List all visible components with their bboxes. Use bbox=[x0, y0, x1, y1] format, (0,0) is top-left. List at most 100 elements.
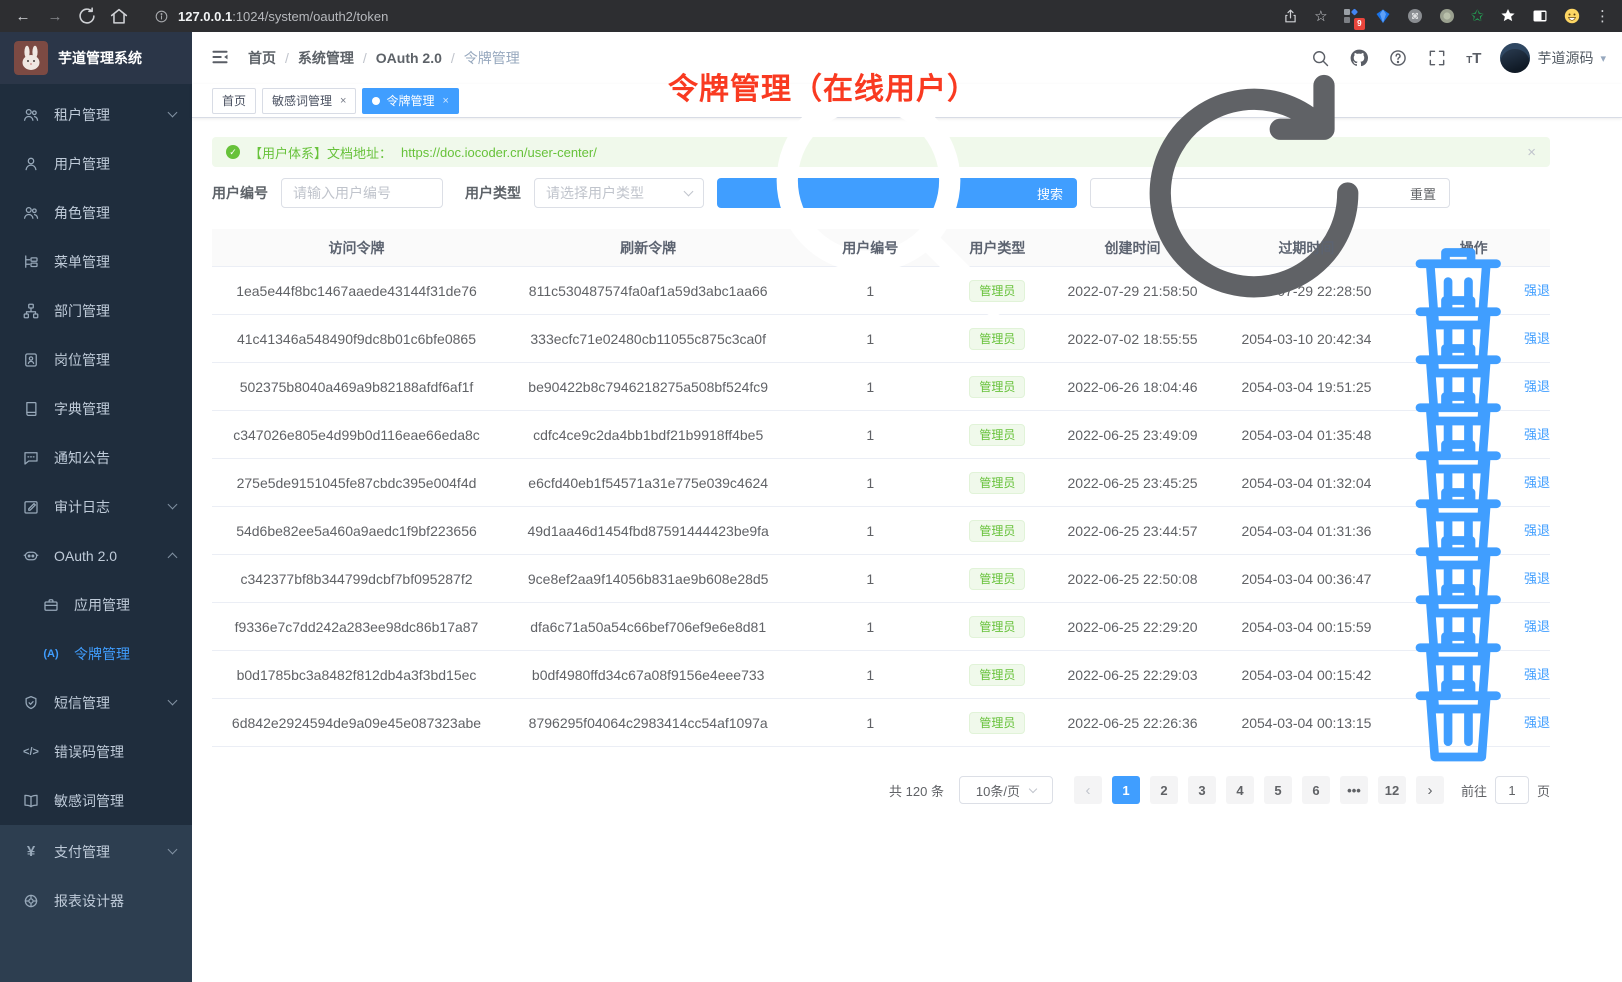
bookmark-star-icon[interactable]: ☆ bbox=[1314, 7, 1327, 25]
star-extension-icon[interactable]: ✩ bbox=[1471, 6, 1484, 26]
breadcrumb-separator: / bbox=[363, 50, 367, 66]
alert-doc-link[interactable]: https://doc.iocoder.cn/user-center/ bbox=[401, 145, 597, 160]
created-at-cell: 2022-06-25 23:49:09 bbox=[1050, 427, 1216, 443]
reset-button[interactable]: 重置 bbox=[1090, 178, 1450, 208]
role-icon bbox=[22, 204, 40, 222]
username: 芋道源码 bbox=[1537, 48, 1593, 68]
user-type-cell: 管理员 bbox=[945, 664, 1049, 686]
trash-icon bbox=[1397, 660, 1520, 783]
sidebar-item-sensitive-word[interactable]: 敏感词管理 bbox=[0, 776, 192, 825]
sidebar-item-report[interactable]: 报表设计器 bbox=[0, 876, 192, 925]
page-button-6[interactable]: 6 bbox=[1302, 776, 1330, 804]
grid-extension-icon[interactable]: 9 bbox=[1343, 8, 1360, 25]
sidebar-item-label: 支付管理 bbox=[54, 842, 169, 862]
sidebar-item-post[interactable]: 岗位管理 bbox=[0, 335, 192, 384]
sidebar-item-tenant[interactable]: 租户管理 bbox=[0, 90, 192, 139]
puzzle-extension-icon[interactable] bbox=[1499, 8, 1516, 25]
command-extension-icon[interactable]: ⌘ bbox=[1407, 8, 1424, 25]
expires-at-cell: 2054-03-04 01:35:48 bbox=[1215, 427, 1397, 443]
address-bar[interactable]: 127.0.0.1:1024/system/oauth2/token bbox=[154, 9, 388, 24]
goto-page-input[interactable] bbox=[1495, 776, 1529, 804]
prev-page-button[interactable]: ‹ bbox=[1074, 776, 1102, 804]
browser-menu-icon[interactable]: ⋮ bbox=[1595, 7, 1610, 25]
user-type-badge: 管理员 bbox=[969, 520, 1025, 542]
sidebar-item-label: 应用管理 bbox=[74, 595, 176, 615]
home-icon[interactable] bbox=[108, 5, 130, 27]
user-type-badge: 管理员 bbox=[969, 280, 1025, 302]
back-icon[interactable]: ← bbox=[12, 5, 34, 27]
user-id-cell: 1 bbox=[795, 331, 945, 347]
alert-text: 【用户体系】文档地址： bbox=[249, 143, 392, 162]
next-page-button[interactable]: › bbox=[1416, 776, 1444, 804]
url-host: 127.0.0.1 bbox=[178, 9, 232, 24]
sidepanel-extension-icon[interactable] bbox=[1531, 8, 1548, 25]
user-type-cell: 管理员 bbox=[945, 424, 1049, 446]
page-size-select[interactable]: 10条/页 bbox=[959, 776, 1053, 804]
page-button-1[interactable]: 1 bbox=[1112, 776, 1140, 804]
share-icon[interactable] bbox=[1282, 8, 1299, 25]
alert-close-icon[interactable]: × bbox=[1527, 145, 1536, 160]
expires-at-cell: 2054-03-10 20:42:34 bbox=[1215, 331, 1397, 347]
reload-icon[interactable] bbox=[76, 5, 98, 27]
tab-sensitive-word[interactable]: 敏感词管理× bbox=[262, 88, 356, 114]
sidebar-item-audit[interactable]: 审计日志 bbox=[0, 482, 192, 531]
page-more-button[interactable]: ••• bbox=[1340, 776, 1368, 804]
user-id-input[interactable] bbox=[281, 178, 443, 208]
app-logo[interactable]: 芋道管理系统 bbox=[0, 32, 192, 84]
sidebar-item-sms[interactable]: 短信管理 bbox=[0, 678, 192, 727]
tab-home[interactable]: 首页 bbox=[212, 88, 256, 114]
breadcrumb-separator: / bbox=[451, 50, 455, 66]
content: ✓ 【用户体系】文档地址： https://doc.iocoder.cn/use… bbox=[192, 118, 1622, 982]
font-size-icon[interactable]: TT bbox=[1466, 50, 1481, 67]
sidebar-item-label: 敏感词管理 bbox=[54, 791, 176, 811]
sidebar-item-oauth2-app[interactable]: 应用管理 bbox=[0, 580, 192, 629]
site-info-icon[interactable] bbox=[154, 9, 169, 24]
force-logout-button[interactable]: 强退 bbox=[1397, 660, 1550, 783]
tab-close-icon[interactable]: × bbox=[340, 95, 346, 107]
breadcrumb-item[interactable]: 首页 bbox=[248, 48, 276, 68]
created-at-cell: 2022-06-26 18:04:46 bbox=[1050, 379, 1216, 395]
gem-extension-icon[interactable] bbox=[1375, 8, 1392, 25]
user-type-badge: 管理员 bbox=[969, 376, 1025, 398]
sidebar-item-role[interactable]: 角色管理 bbox=[0, 188, 192, 237]
sitemap-icon bbox=[22, 302, 40, 320]
sidebar: 芋道管理系统 租户管理用户管理角色管理菜单管理部门管理岗位管理字典管理通知公告审… bbox=[0, 32, 192, 982]
fullscreen-icon[interactable] bbox=[1427, 48, 1447, 68]
page-button-4[interactable]: 4 bbox=[1226, 776, 1254, 804]
sidebar-item-pay[interactable]: ¥支付管理 bbox=[0, 827, 192, 876]
sidebar-item-user[interactable]: 用户管理 bbox=[0, 139, 192, 188]
page-button-3[interactable]: 3 bbox=[1188, 776, 1216, 804]
sidebar-item-oauth2-token[interactable]: (A)令牌管理 bbox=[0, 629, 192, 678]
user-id-cell: 1 bbox=[795, 283, 945, 299]
created-at-cell: 2022-06-25 23:45:25 bbox=[1050, 475, 1216, 491]
user-icon bbox=[22, 155, 40, 173]
tab-close-icon[interactable]: × bbox=[442, 95, 448, 107]
user-menu[interactable]: 芋道源码 ▾ bbox=[1500, 43, 1606, 73]
sidebar-item-label: 岗位管理 bbox=[54, 350, 176, 370]
page-button-12[interactable]: 12 bbox=[1378, 776, 1406, 804]
profile-avatar-emoji[interactable] bbox=[1563, 8, 1580, 25]
sidebar-item-errcode[interactable]: </>错误码管理 bbox=[0, 727, 192, 776]
page-button-5[interactable]: 5 bbox=[1264, 776, 1292, 804]
user-id-cell: 1 bbox=[795, 571, 945, 587]
sidebar-item-menu[interactable]: 菜单管理 bbox=[0, 237, 192, 286]
sidebar-item-oauth2[interactable]: OAuth 2.0 bbox=[0, 531, 192, 580]
dot-extension-icon[interactable] bbox=[1439, 8, 1456, 25]
sidebar-item-dept[interactable]: 部门管理 bbox=[0, 286, 192, 335]
user-type-badge: 管理员 bbox=[969, 664, 1025, 686]
tab-token[interactable]: 令牌管理× bbox=[362, 88, 458, 114]
user-id-cell: 1 bbox=[795, 619, 945, 635]
access-token-cell: 41c41346a548490f9dc8b01c6bfe0865 bbox=[212, 331, 501, 347]
breadcrumb-item[interactable]: OAuth 2.0 bbox=[376, 50, 442, 66]
user-type-select[interactable]: 请选择用户类型 bbox=[534, 178, 704, 208]
filter-form: 用户编号 用户类型 请选择用户类型 搜索 重置 bbox=[212, 178, 1550, 208]
search-button[interactable]: 搜索 bbox=[717, 178, 1077, 208]
breadcrumb-item[interactable]: 系统管理 bbox=[298, 48, 354, 68]
sidebar-item-label: 部门管理 bbox=[54, 301, 176, 321]
sidebar-item-notice[interactable]: 通知公告 bbox=[0, 433, 192, 482]
sidebar-item-dict[interactable]: 字典管理 bbox=[0, 384, 192, 433]
page-button-2[interactable]: 2 bbox=[1150, 776, 1178, 804]
collapse-sidebar-icon[interactable] bbox=[210, 47, 232, 69]
chevron-down-icon bbox=[1029, 784, 1037, 792]
forward-icon[interactable]: → bbox=[44, 5, 66, 27]
